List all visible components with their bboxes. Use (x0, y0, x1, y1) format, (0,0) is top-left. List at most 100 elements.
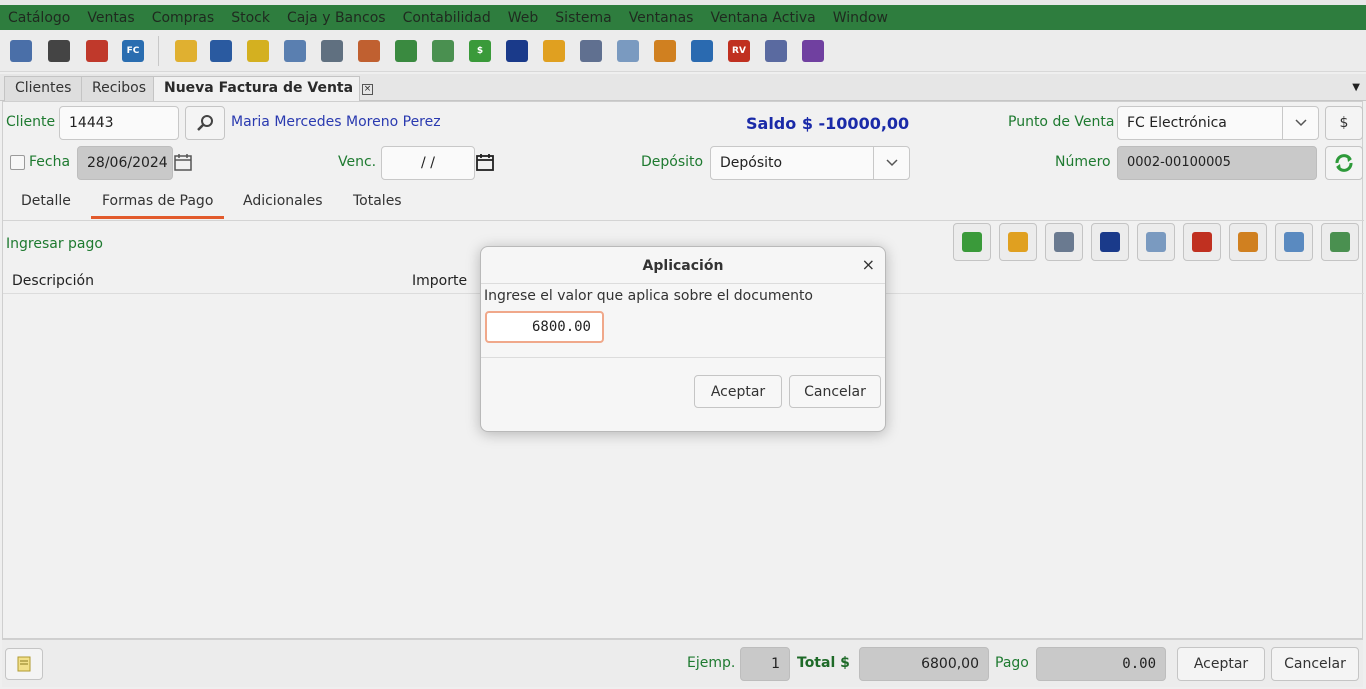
tab-clientes[interactable]: Clientes (4, 76, 82, 101)
notes-button[interactable] (5, 648, 43, 680)
deposito-select[interactable]: Depósito (710, 146, 910, 180)
fecha-checkbox[interactable] (10, 155, 25, 170)
fecha-label: Fecha (29, 154, 71, 170)
pay-receipt-button[interactable] (1229, 223, 1267, 261)
cliente-name: Maria Mercedes Moreno Perez (231, 114, 441, 130)
pay-edit-button[interactable] (1321, 223, 1359, 261)
total-label: Total $ (797, 655, 850, 671)
calc-icon[interactable] (765, 40, 787, 62)
chevron-down-icon (873, 147, 909, 179)
search-client-button[interactable] (185, 106, 225, 140)
pay-edit-icon (1330, 232, 1350, 252)
save-icon[interactable] (210, 40, 232, 62)
dialog-aceptar-button[interactable]: Aceptar (694, 375, 782, 408)
rv-icon[interactable]: RV (728, 40, 750, 62)
close-icon[interactable]: × (862, 255, 875, 274)
tab-adicionales[interactable]: Adicionales (243, 193, 323, 209)
menu-bar: Catálogo Ventas Compras Stock Caja y Ban… (0, 5, 1366, 30)
report-icon[interactable] (284, 40, 306, 62)
tab-nueva-factura[interactable]: Nueva Factura de Venta × (153, 76, 374, 102)
user-icon[interactable] (543, 40, 565, 62)
tab-totales[interactable]: Totales (353, 193, 402, 209)
dollar-icon[interactable]: $ (469, 40, 491, 62)
tab-menu-arrow-icon[interactable]: ▼ (1352, 82, 1360, 93)
toolbar: FC $ RV (0, 30, 1366, 72)
shield-icon[interactable] (691, 40, 713, 62)
copy-docs-icon[interactable] (580, 40, 602, 62)
receipt-icon[interactable] (654, 40, 676, 62)
menu-ventanas[interactable]: Ventanas (629, 10, 694, 26)
transfer-icon[interactable] (358, 40, 380, 62)
barcode-icon[interactable] (48, 40, 70, 62)
calendar-icon[interactable] (173, 152, 193, 172)
aceptar-button[interactable]: Aceptar (1177, 647, 1265, 681)
dialog-title: Aplicación (481, 247, 885, 284)
pay-transfer-button[interactable] (1045, 223, 1083, 261)
pay-bank-button[interactable] (1183, 223, 1221, 261)
cliente-code-input[interactable]: 14443 (59, 106, 179, 140)
menu-ventana-activa[interactable]: Ventana Activa (710, 10, 815, 26)
pay-bank-icon (1192, 232, 1212, 252)
menu-catalogo[interactable]: Catálogo (8, 10, 70, 26)
close-tab-icon[interactable]: × (362, 84, 374, 95)
percent-icon[interactable] (395, 40, 417, 62)
pay-user-button[interactable] (999, 223, 1037, 261)
deposito-label: Depósito (641, 154, 704, 170)
tab-recibos[interactable]: Recibos (81, 76, 154, 101)
menu-ventas[interactable]: Ventas (87, 10, 134, 26)
aplica-value-input[interactable] (485, 311, 604, 343)
ejemp-label: Ejemp. (687, 655, 736, 671)
venc-input[interactable]: / / (381, 146, 475, 180)
pago-value: 0.00 (1036, 647, 1166, 681)
invoice-fc-icon[interactable]: FC (122, 40, 144, 62)
numero-input[interactable]: 0002-00100005 (1117, 146, 1317, 180)
notes-icon[interactable] (247, 40, 269, 62)
dialog-cancelar-button[interactable]: Cancelar (789, 375, 881, 408)
menu-window[interactable]: Window (833, 10, 888, 26)
search-icon (197, 115, 213, 131)
box-icon[interactable] (802, 40, 824, 62)
punto-venta-label: Punto de Venta (1008, 114, 1115, 130)
ejemp-input[interactable]: 1 (740, 647, 790, 681)
book-icon[interactable] (10, 40, 32, 62)
total-value: 6800,00 (859, 647, 989, 681)
tab-formas-de-pago[interactable]: Formas de Pago (91, 193, 225, 219)
search-doc-icon[interactable] (321, 40, 343, 62)
menu-web[interactable]: Web (508, 10, 539, 26)
refresh-number-button[interactable] (1325, 146, 1363, 180)
refresh-icon (1335, 154, 1353, 172)
currency-button[interactable]: $ (1325, 106, 1363, 140)
tab-detalle[interactable]: Detalle (21, 193, 71, 209)
menu-contabilidad[interactable]: Contabilidad (403, 10, 491, 26)
col-descripcion: Descripción (12, 273, 94, 289)
card-icon[interactable] (506, 40, 528, 62)
document-tabs: Clientes Recibos Nueva Factura de Venta ×… (0, 74, 1366, 102)
pay-shield-icon (1284, 232, 1304, 252)
pay-check-button[interactable] (1137, 223, 1175, 261)
menu-sistema[interactable]: Sistema (555, 10, 611, 26)
footer-bar: Ejemp. 1 Total $ 6800,00 Pago 0.00 Acept… (2, 639, 1363, 687)
menu-caja-bancos[interactable]: Caja y Bancos (287, 10, 386, 26)
punto-venta-value: FC Electrónica (1127, 115, 1227, 131)
pay-cash-icon (962, 232, 982, 252)
pay-card-icon (1100, 232, 1120, 252)
document-icon[interactable] (175, 40, 197, 62)
edit-money-icon[interactable] (432, 40, 454, 62)
pay-shield-button[interactable] (1275, 223, 1313, 261)
fecha-input[interactable]: 28/06/2024 (77, 146, 173, 180)
pay-cash-button[interactable] (953, 223, 991, 261)
check-icon[interactable] (617, 40, 639, 62)
tab-label: Clientes (15, 80, 72, 96)
menu-compras[interactable]: Compras (152, 10, 215, 26)
dialog-divider (481, 357, 885, 358)
saldo-text: Saldo $ -10000,00 (746, 114, 910, 133)
pay-card-button[interactable] (1091, 223, 1129, 261)
menu-stock[interactable]: Stock (231, 10, 270, 26)
calendar-icon[interactable] (475, 152, 495, 172)
truck-icon[interactable] (86, 40, 108, 62)
pago-label: Pago (995, 655, 1029, 671)
ingresar-pago-label: Ingresar pago (6, 236, 103, 252)
punto-venta-select[interactable]: FC Electrónica (1117, 106, 1319, 140)
cancelar-button[interactable]: Cancelar (1271, 647, 1359, 681)
cliente-label: Cliente (6, 114, 56, 130)
